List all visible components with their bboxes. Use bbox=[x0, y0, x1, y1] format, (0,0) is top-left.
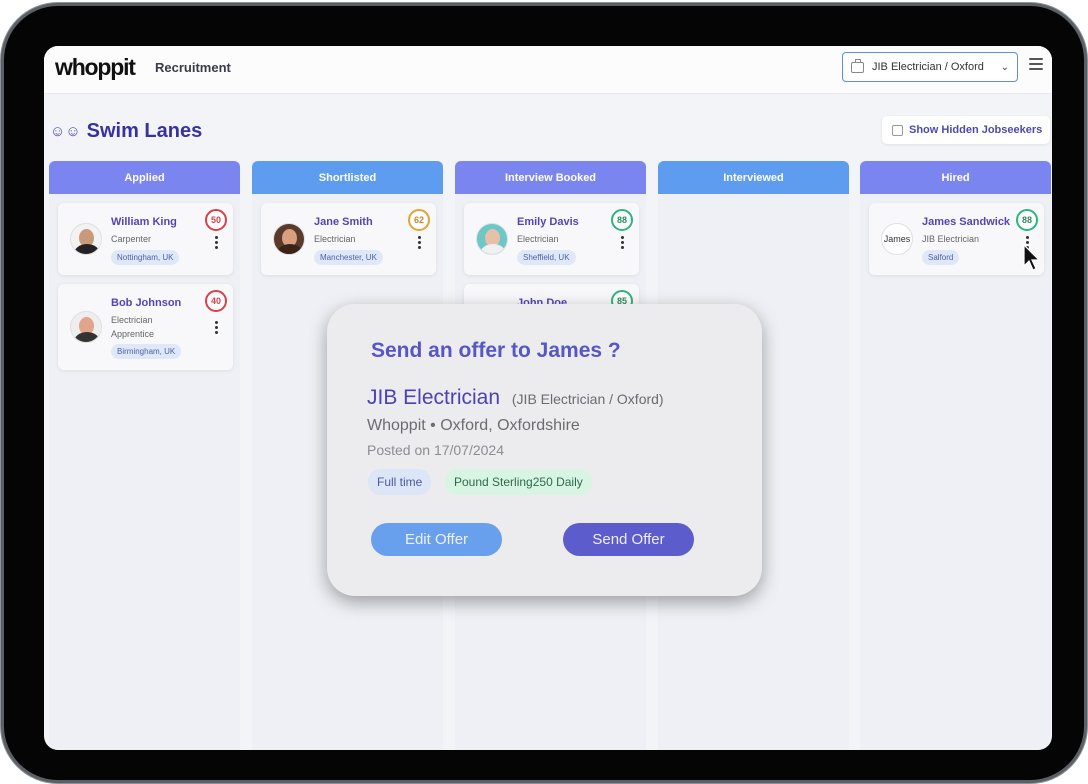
avatar-broken-image: James bbox=[881, 223, 913, 255]
candidate-name[interactable]: James Sandwick bbox=[922, 216, 1010, 228]
candidate-card[interactable]: James James Sandwick JIB Electrician Sal… bbox=[869, 203, 1044, 275]
candidate-role: Electrician bbox=[517, 234, 559, 244]
lane-applied: Applied William King Carpenter Nottingha… bbox=[49, 161, 240, 750]
candidate-card[interactable]: Emily Davis Electrician Sheffield, UK 88 bbox=[464, 203, 639, 275]
location-badge: Manchester, UK bbox=[314, 250, 383, 265]
candidate-card[interactable]: William King Carpenter Nottingham, UK 50 bbox=[58, 203, 233, 275]
lane-header: Shortlisted bbox=[252, 161, 443, 194]
send-offer-modal: Send an offer to James ? JIB Electrician… bbox=[327, 304, 762, 596]
employment-type-tag: Full time bbox=[368, 469, 432, 495]
more-options-icon[interactable] bbox=[621, 236, 624, 249]
mouse-cursor-icon bbox=[1023, 244, 1041, 271]
score-badge: 88 bbox=[1016, 209, 1038, 231]
more-options-icon[interactable] bbox=[215, 321, 218, 334]
page-title: ☺☺ Swim Lanes bbox=[50, 120, 202, 143]
page-title-text: Swim Lanes bbox=[86, 120, 203, 142]
pay-rate-tag: Pound Sterling250 Daily bbox=[445, 469, 592, 495]
show-hidden-label: Show Hidden Jobseekers bbox=[909, 124, 1043, 136]
candidate-name[interactable]: Emily Davis bbox=[517, 216, 579, 228]
top-bar: whoppit Recruitment JIB Electrician / Ox… bbox=[44, 46, 1052, 94]
candidate-card[interactable]: Jane Smith Electrician Manchester, UK 62 bbox=[261, 203, 436, 275]
briefcase-icon bbox=[851, 58, 864, 73]
more-options-icon[interactable] bbox=[418, 236, 421, 249]
location-badge: Birmingham, UK bbox=[111, 344, 182, 359]
send-offer-button[interactable]: Send Offer bbox=[563, 523, 694, 556]
candidate-name[interactable]: Bob Johnson bbox=[111, 297, 181, 309]
whoppit-logo[interactable]: whoppit bbox=[55, 54, 136, 81]
candidate-card[interactable]: Bob Johnson Electrician Apprentice Birmi… bbox=[58, 284, 233, 370]
location-badge: Sheffield, UK bbox=[517, 250, 576, 265]
candidate-role: Electrician Apprentice bbox=[111, 315, 155, 339]
chevron-down-icon: ⌄ bbox=[1000, 61, 1009, 73]
score-badge: 50 bbox=[205, 209, 227, 231]
users-icon: ☺☺ bbox=[50, 123, 81, 140]
location-badge: Salford bbox=[922, 250, 960, 265]
avatar bbox=[273, 223, 305, 255]
posted-date: Posted on 17/07/2024 bbox=[367, 442, 505, 458]
offer-job-title: JIB Electrician (JIB Electrician / Oxfor… bbox=[367, 386, 664, 410]
avatar bbox=[476, 223, 508, 255]
candidate-name[interactable]: Jane Smith bbox=[314, 216, 373, 228]
app-screen: whoppit Recruitment JIB Electrician / Ox… bbox=[44, 46, 1052, 750]
modal-title: Send an offer to James ? bbox=[371, 339, 621, 362]
candidate-role: JIB Electrician bbox=[922, 234, 980, 244]
candidate-name[interactable]: William King bbox=[111, 216, 177, 228]
candidate-role: Carpenter bbox=[111, 234, 152, 244]
lane-header: Applied bbox=[49, 161, 240, 194]
lane-header: Interview Booked bbox=[455, 161, 646, 194]
lane-header: Interviewed bbox=[658, 161, 849, 194]
hamburger-icon[interactable] bbox=[1029, 58, 1043, 70]
job-selector-value: JIB Electrician / Oxford bbox=[872, 61, 984, 73]
job-title-text: JIB Electrician bbox=[367, 386, 501, 409]
job-subtitle: (JIB Electrician / Oxford) bbox=[511, 391, 664, 407]
candidate-role: Electrician bbox=[314, 234, 356, 244]
show-hidden-jobseekers-toggle[interactable]: Show Hidden Jobseekers bbox=[882, 116, 1050, 144]
tablet-frame: whoppit Recruitment JIB Electrician / Ox… bbox=[4, 6, 1084, 780]
more-options-icon[interactable] bbox=[215, 236, 218, 249]
job-selector-dropdown[interactable]: JIB Electrician / Oxford ⌄ bbox=[842, 52, 1018, 82]
location-badge: Nottingham, UK bbox=[111, 250, 180, 265]
avatar bbox=[70, 223, 102, 255]
score-badge: 88 bbox=[611, 209, 633, 231]
show-hidden-checkbox[interactable] bbox=[892, 124, 903, 136]
score-badge: 40 bbox=[205, 290, 227, 312]
avatar bbox=[70, 311, 102, 343]
company-location: Whoppit • Oxford, Oxfordshire bbox=[367, 417, 580, 434]
lane-header: Hired bbox=[860, 161, 1051, 194]
edit-offer-button[interactable]: Edit Offer bbox=[371, 523, 502, 556]
app-title: Recruitment bbox=[155, 60, 231, 75]
score-badge: 62 bbox=[408, 209, 430, 231]
